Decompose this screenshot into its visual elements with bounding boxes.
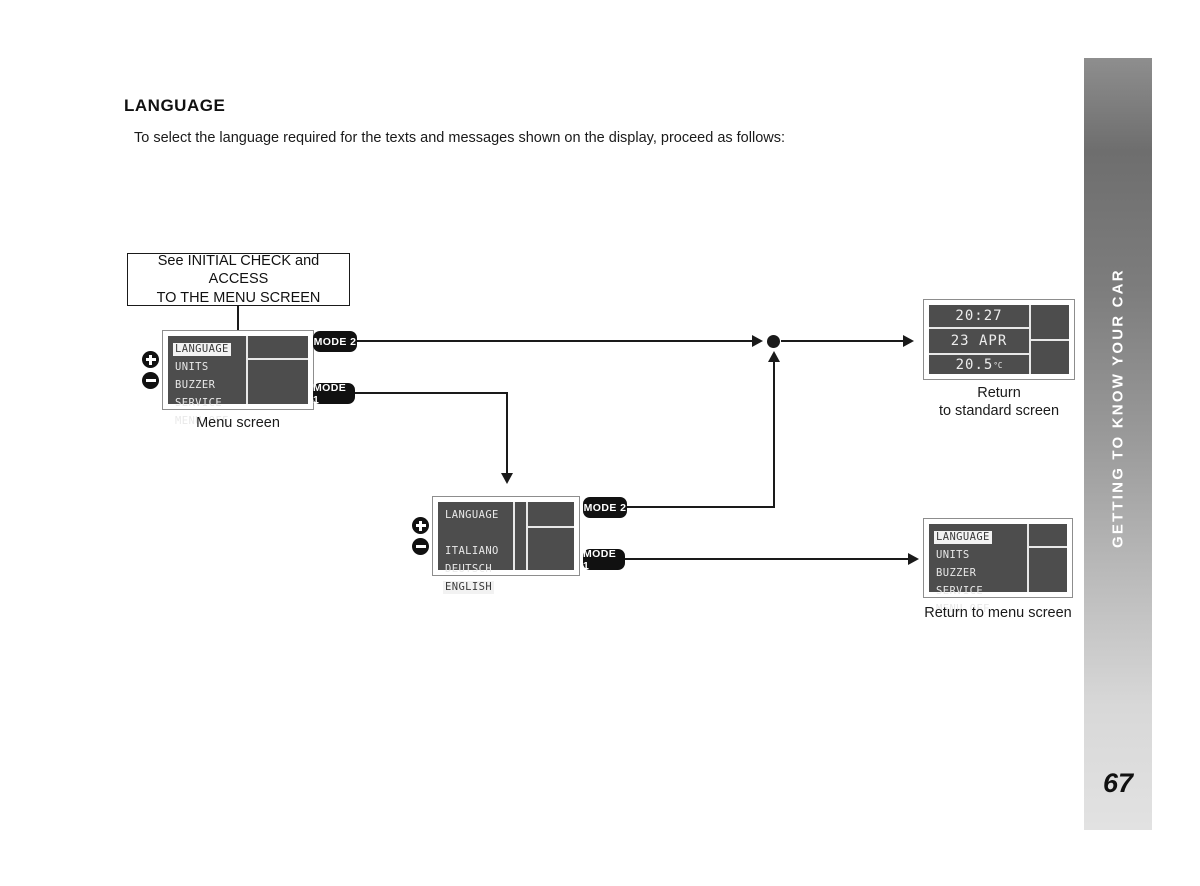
language-screen-divider-horizontal — [526, 526, 574, 528]
return-menu-item-service[interactable]: SERVICE — [934, 585, 985, 598]
return-menu-item-units[interactable]: UNITS — [934, 549, 972, 562]
standard-screen-display[interactable]: 20:27 23 APR 20.5 °C — [923, 299, 1075, 380]
menu-screen-divider-horizontal — [246, 358, 308, 360]
return-menu-divider-horizontal — [1027, 546, 1067, 548]
language-screen-spacer — [443, 527, 454, 540]
flow-line-mode1-right — [355, 392, 508, 394]
flow-arrow-to-standard-screen — [903, 335, 914, 347]
minus-button-language-screen[interactable] — [412, 538, 429, 555]
flow-line-mode1-down — [506, 392, 508, 473]
note-box-line-2: TO THE MENU SCREEN — [156, 289, 321, 306]
standard-screen-temperature-value: 20.5 — [955, 357, 994, 373]
mode-2-button-menu-screen[interactable]: MODE 2 — [313, 331, 357, 352]
return-menu-divider-vertical — [1027, 524, 1029, 592]
menu-screen-display[interactable]: LANGUAGE UNITS BUZZER SERVICE MENU OFF — [162, 330, 314, 427]
language-option-italiano[interactable]: ITALIANO — [443, 545, 501, 558]
note-box-initial-check: See INITIAL CHECK and ACCESS TO THE MENU… — [127, 253, 350, 306]
language-option-deutsch[interactable]: DEUTSCH — [443, 563, 494, 576]
standard-screen-temperature: 20.5 °C — [929, 355, 1029, 375]
return-menu-screen-display[interactable]: LANGUAGE UNITS BUZZER SERVICE MENU OFF — [923, 518, 1073, 615]
flow-line-junction-to-standard — [781, 340, 903, 342]
language-option-english[interactable]: ENGLISH — [443, 581, 495, 595]
menu-screen-caption: Menu screen — [196, 415, 280, 431]
page-number: 67 — [1102, 768, 1134, 798]
mode-2-button-language-screen[interactable]: MODE 2 — [583, 497, 627, 518]
flow-line-mode2-to-junction — [357, 340, 761, 342]
mode-1-button-language-screen[interactable]: MODE 1 — [583, 548, 625, 572]
flow-arrow-up-to-junction — [768, 351, 780, 362]
side-tab-label: GETTING TO KNOW YOUR CAR — [1109, 268, 1127, 548]
flow-junction-dot — [767, 335, 780, 348]
flow-arrow-to-language-screen — [501, 473, 513, 484]
language-screen-divider-vertical-1 — [513, 502, 515, 570]
menu-screen-divider-vertical — [246, 336, 248, 404]
flow-line-lang-mode2-up — [773, 362, 775, 506]
menu-item-buzzer[interactable]: BUZZER — [173, 379, 217, 392]
plus-button-language-screen[interactable] — [412, 517, 429, 534]
page-intro-text: To select the language required for the … — [134, 130, 786, 146]
menu-screen-inner: LANGUAGE UNITS BUZZER SERVICE MENU OFF — [168, 336, 308, 427]
language-screen-divider-vertical-2 — [526, 502, 528, 570]
mode-1-button-menu-screen[interactable]: MODE 1 — [313, 382, 355, 406]
page-title: LANGUAGE — [124, 96, 226, 115]
language-screen-inner: LANGUAGE ITALIANO DEUTSCH ENGLISH — [438, 502, 574, 595]
flow-arrow-to-return-menu-screen — [908, 553, 919, 565]
return-menu-screen-inner: LANGUAGE UNITS BUZZER SERVICE MENU OFF — [929, 524, 1067, 615]
standard-screen-temperature-unit: °C — [993, 360, 1003, 370]
minus-button-menu-screen[interactable] — [142, 372, 159, 389]
return-menu-screen-caption: Return to menu screen — [924, 605, 1072, 621]
standard-screen-inner: 20:27 23 APR 20.5 °C — [929, 305, 1069, 374]
section-side-tab: GETTING TO KNOW YOUR CAR 67 — [1084, 58, 1152, 830]
plus-button-menu-screen[interactable] — [142, 351, 159, 368]
flow-line-lang-mode1-right — [625, 558, 910, 560]
flow-arrow-into-junction — [752, 335, 763, 347]
standard-screen-time: 20:27 — [955, 308, 1003, 324]
standard-screen-divider-horizontal — [1029, 339, 1069, 341]
standard-screen-caption-line-1: Return — [977, 385, 1021, 401]
note-box-line-1: See INITIAL CHECK and ACCESS — [157, 253, 320, 288]
menu-item-language[interactable]: LANGUAGE — [173, 343, 231, 357]
flow-line-lang-mode2-right — [627, 506, 775, 508]
language-screen-header: LANGUAGE — [445, 509, 499, 521]
standard-screen-caption: Return to standard screen — [923, 384, 1075, 420]
standard-screen-caption-line-2: to standard screen — [938, 403, 1060, 420]
language-screen-display[interactable]: LANGUAGE ITALIANO DEUTSCH ENGLISH — [432, 496, 580, 595]
connector-note-to-menu — [237, 306, 239, 332]
return-menu-item-buzzer[interactable]: BUZZER — [934, 567, 978, 580]
menu-item-units[interactable]: UNITS — [173, 361, 211, 374]
standard-screen-date: 23 APR — [950, 333, 1008, 349]
menu-item-service[interactable]: SERVICE — [173, 397, 224, 410]
return-menu-item-language[interactable]: LANGUAGE — [934, 531, 992, 545]
language-screen-item-list: LANGUAGE ITALIANO DEUTSCH ENGLISH — [443, 505, 501, 595]
